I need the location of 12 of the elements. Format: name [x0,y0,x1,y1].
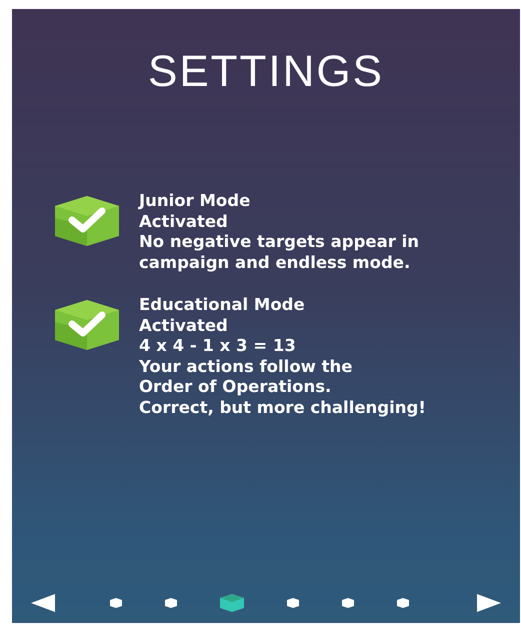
page-indicator-icon[interactable] [220,594,244,612]
option-description: No negative targets appear in campaign and endless mode. [139,232,419,273]
option-status: Activated [139,212,229,232]
option-title: Educational Mode [139,295,306,316]
checked-box-icon[interactable] [55,300,119,350]
screen-title: SETTINGS [148,47,384,97]
next-arrow-icon[interactable] [477,594,501,612]
previous-arrow-icon[interactable] [31,594,55,612]
option-description: 4 x 4 - 1 x 3 = 13 Your actions follow the Order of Operations. Correct, but more challenging! [139,336,426,418]
checked-box-icon[interactable] [55,196,119,246]
option-status: Activated [139,316,229,336]
option-title: Junior Mode [139,191,252,212]
